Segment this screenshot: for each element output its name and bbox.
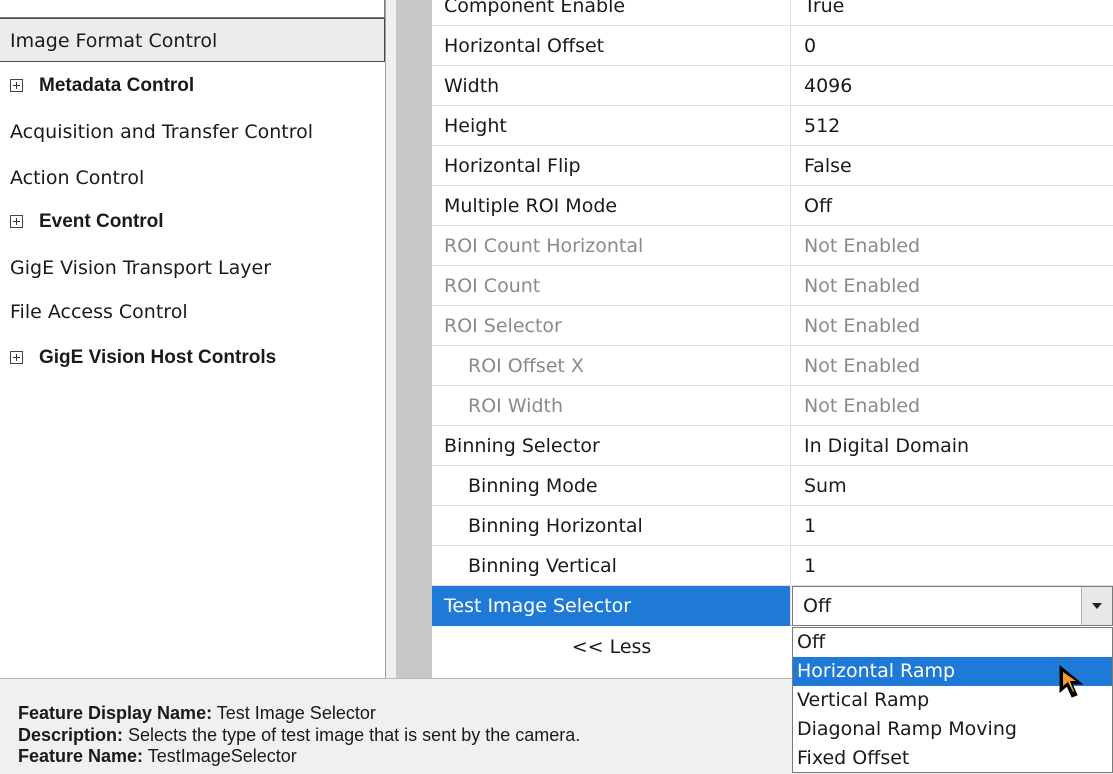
tree-item-label: Event Control — [39, 211, 164, 232]
dropdown-option-off[interactable]: Off — [793, 628, 1112, 657]
property-name: ROI Selector — [432, 306, 791, 346]
tree-item-label: Acquisition and Transfer Control — [10, 121, 314, 143]
property-name: Height — [432, 106, 791, 146]
plus-box-icon[interactable] — [10, 79, 23, 92]
property-value[interactable]: True — [792, 0, 1113, 26]
tree-partial-item — [0, 0, 385, 18]
description-value: Selects the type of test image that is s… — [128, 725, 581, 745]
dropdown-option-fixed-offset[interactable]: Fixed Offset — [793, 744, 1112, 773]
property-value[interactable]: 1 — [792, 506, 1113, 546]
feature-display-name: Feature Display Name: Test Image Selecto… — [18, 703, 376, 724]
grid-row[interactable]: Horizontal Flip False — [432, 146, 1113, 186]
tree-item-label: Metadata Control — [39, 75, 195, 96]
property-value: Not Enabled — [804, 235, 921, 257]
grid-row-component-enable[interactable]: Component Enable True — [432, 0, 1113, 26]
tree-item-file-access-control[interactable]: File Access Control — [0, 290, 385, 334]
grid-row: ROI Count Not Enabled — [432, 266, 1113, 306]
feature-name-label: Feature Name: — [18, 746, 144, 766]
mouse-pointer-icon — [1059, 664, 1084, 698]
property-name: Width — [432, 66, 791, 106]
property-name: Binning Vertical — [432, 546, 791, 586]
display-name-value: Test Image Selector — [216, 703, 376, 723]
tree-item-gige-vision-host-controls[interactable]: GigE Vision Host Controls — [0, 336, 385, 380]
grid-row[interactable]: Width 4096 — [432, 66, 1113, 106]
property-value[interactable]: 0 — [792, 26, 1113, 66]
property-value: Not Enabled — [804, 395, 921, 417]
description-label: Description: — [18, 725, 124, 745]
tree-item-label: Image Format Control — [10, 30, 218, 52]
property-name: Binning Selector — [432, 426, 791, 466]
plus-box-icon[interactable] — [10, 351, 23, 364]
property-value[interactable]: In Digital Domain — [792, 426, 1113, 466]
tree-item-event-control[interactable]: Event Control — [0, 200, 385, 244]
grid-margin — [396, 0, 432, 678]
property-value[interactable]: False — [792, 146, 1113, 186]
tree-item-label: Action Control — [10, 167, 145, 189]
property-name: Binning Mode — [432, 466, 791, 506]
test-image-selector-combo[interactable]: Off — [792, 586, 1113, 626]
feature-category-tree: Image Format Control Metadata Control Ac… — [0, 0, 386, 678]
property-grid: Component Enable True Horizontal Offset … — [432, 0, 1113, 678]
combo-dropdown-button[interactable] — [1081, 587, 1112, 625]
property-name: Horizontal Offset — [432, 26, 791, 66]
less-button[interactable]: << Less — [432, 627, 791, 667]
property-value[interactable]: Off — [792, 186, 1113, 226]
grid-row: ROI Count Horizontal Not Enabled — [432, 226, 1113, 266]
grid-row[interactable]: Binning Horizontal 1 — [432, 506, 1113, 546]
property-name: ROI Width — [432, 386, 791, 426]
property-name: Multiple ROI Mode — [432, 186, 791, 226]
property-value: Not Enabled — [804, 355, 921, 377]
tree-item-gige-vision-transport-layer[interactable]: GigE Vision Transport Layer — [0, 246, 385, 290]
feature-name: Feature Name: TestImageSelector — [18, 746, 297, 767]
grid-row: ROI Width Not Enabled — [432, 386, 1113, 426]
property-value: Not Enabled — [804, 275, 921, 297]
feature-name-value: TestImageSelector — [147, 746, 297, 766]
property-name: Test Image Selector — [432, 586, 791, 626]
grid-row[interactable]: Binning Mode Sum — [432, 466, 1113, 506]
chevron-down-icon — [1092, 603, 1102, 609]
property-name: ROI Count — [432, 266, 791, 306]
display-name-label: Feature Display Name: — [18, 703, 213, 723]
property-value[interactable]: Sum — [792, 466, 1113, 506]
test-image-selector-dropdown[interactable]: Off Horizontal Ramp Vertical Ramp Diagon… — [792, 627, 1113, 773]
property-name: Component Enable — [432, 0, 791, 26]
property-name: ROI Offset X — [432, 346, 791, 386]
dropdown-option-diagonal-ramp-moving[interactable]: Diagonal Ramp Moving — [793, 715, 1112, 744]
grid-row[interactable]: Binning Selector In Digital Domain — [432, 426, 1113, 466]
property-value[interactable]: 512 — [792, 106, 1113, 146]
panel-splitter[interactable] — [386, 0, 396, 678]
property-value[interactable]: 1 — [792, 546, 1113, 586]
tree-item-image-format-control[interactable]: Image Format Control — [0, 18, 385, 62]
feature-description: Description: Selects the type of test im… — [18, 725, 580, 746]
tree-item-label: GigE Vision Transport Layer — [10, 257, 272, 279]
property-value[interactable]: 4096 — [792, 66, 1113, 106]
grid-row[interactable]: Multiple ROI Mode Off — [432, 186, 1113, 226]
grid-row[interactable]: Height 512 — [432, 106, 1113, 146]
property-name: ROI Count Horizontal — [432, 226, 791, 266]
grid-row[interactable]: Horizontal Offset 0 — [432, 26, 1113, 66]
tree-item-label: File Access Control — [10, 301, 188, 323]
tree-item-acquisition-transfer-control[interactable]: Acquisition and Transfer Control — [0, 110, 385, 154]
property-name: Binning Horizontal — [432, 506, 791, 546]
grid-row: ROI Selector Not Enabled — [432, 306, 1113, 346]
tree-item-metadata-control[interactable]: Metadata Control — [0, 64, 385, 108]
property-value: Not Enabled — [804, 315, 921, 337]
property-name: Horizontal Flip — [432, 146, 791, 186]
plus-box-icon[interactable] — [10, 215, 23, 228]
tree-item-label: GigE Vision Host Controls — [39, 347, 277, 368]
grid-row[interactable]: Binning Vertical 1 — [432, 546, 1113, 586]
combo-value: Off — [803, 595, 832, 617]
tree-item-action-control[interactable]: Action Control — [0, 156, 385, 200]
grid-row: ROI Offset X Not Enabled — [432, 346, 1113, 386]
